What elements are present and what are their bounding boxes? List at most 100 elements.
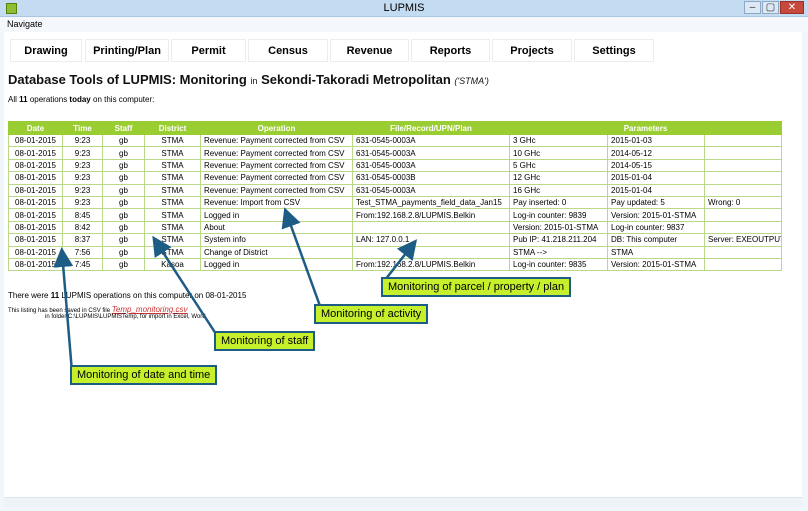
cell-operation: About [200, 220, 353, 235]
cell-file: 631-0545-0003B [352, 171, 510, 185]
cell-staff: gb [102, 133, 145, 148]
cell-param-2: Log-in counter: 9837 [607, 220, 705, 235]
cell-file: Test_STMA_payments_field_data_Jan15 [352, 195, 510, 210]
cell-param-3 [703, 171, 783, 185]
callout-parcel: Monitoring of parcel / property / plan [381, 277, 572, 297]
cell-district: STMA [144, 146, 201, 160]
cell-operation: Revenue: Payment corrected from CSV [200, 146, 353, 160]
callout-activity: Monitoring of activity [314, 304, 429, 324]
cell-time: 9:23 [62, 183, 103, 197]
table-row[interactable]: 08-01-2015 9:23 gb STMA Revenue: Payment cor… [8, 183, 783, 197]
col-parameters[interactable]: Parameters [508, 121, 783, 135]
cell-district: STMA [144, 208, 201, 222]
cell-date: 08-01-2015 [8, 233, 63, 247]
table-row[interactable]: 08-01-2015 8:45 gb STMA Logged in From:192.16… [8, 208, 783, 222]
page-title: Database Tools of LUPMIS: Monitoring in … [8, 72, 489, 87]
cell-district: Kasoa [144, 257, 201, 272]
cell-staff: gb [102, 171, 145, 185]
page-title-district: Sekondi-Takoradi Metropolitan [261, 72, 451, 87]
tab-reports[interactable]: Reports [411, 39, 490, 62]
cell-file: 631-0545-0003A [352, 183, 510, 197]
table-row[interactable]: 08-01-2015 9:23 gb STMA Revenue: Payment cor… [8, 158, 783, 173]
summary-count: 11 [50, 291, 60, 300]
cell-staff: gb [102, 158, 145, 173]
cell-operation: Revenue: Payment corrected from CSV [200, 171, 353, 185]
cell-param-1: Version: 2015-01-STMA [509, 220, 608, 235]
csv-file-link[interactable]: Temp_monitoring.csv [112, 305, 188, 314]
tab-permit[interactable]: Permit [171, 39, 246, 62]
tab-census[interactable]: Census [248, 39, 328, 62]
cell-param-3 [703, 208, 783, 222]
tab-settings[interactable]: Settings [574, 39, 654, 62]
cell-param-1: 3 GHc [509, 133, 608, 148]
cell-file: From:192.168.2.8/LUPMIS.Belkin [352, 257, 510, 272]
cell-time: 9:23 [62, 146, 103, 160]
ops-middle: operations [29, 95, 68, 104]
col-date[interactable]: Date [8, 121, 63, 135]
cell-param-3: Wrong: 0 [703, 195, 783, 210]
table-row[interactable]: 08-01-2015 9:23 gb STMA Revenue: Import from… [8, 195, 783, 210]
cell-param-2: 2015-01-04 [607, 183, 705, 197]
cell-date: 08-01-2015 [8, 183, 63, 197]
cell-param-1: Log-in counter: 9835 [509, 257, 608, 272]
col-operation[interactable]: Operation [200, 121, 353, 135]
cell-operation: Logged in [200, 257, 353, 272]
cell-staff: gb [102, 208, 145, 222]
table-row[interactable]: 08-01-2015 8:42 gb STMA About Version: 2015-0… [8, 220, 783, 235]
cell-param-1: Pay inserted: 0 [509, 195, 608, 210]
table-row[interactable]: 08-01-2015 7:56 gb STMA Change of District ST… [8, 245, 783, 259]
tab-printing-plan[interactable]: Printing/Plan [85, 39, 169, 62]
page-title-in: in [250, 76, 258, 86]
cell-param-1: 16 GHc [509, 183, 608, 197]
col-district[interactable]: District [144, 121, 201, 135]
cell-file: 631-0545-0003A [352, 146, 510, 160]
maximize-button[interactable]: ▢ [762, 1, 779, 14]
table-row[interactable]: 08-01-2015 8:37 gb STMA System info LAN: 127.… [8, 233, 783, 247]
cell-date: 08-01-2015 [8, 158, 63, 173]
summary-prefix: There were [8, 291, 49, 300]
ops-today: today [69, 95, 91, 104]
table-row[interactable]: 08-01-2015 9:23 gb STMA Revenue: Payment cor… [8, 133, 783, 148]
operations-table: Date Time Staff District Operation File/… [8, 121, 783, 272]
cell-file [352, 245, 510, 259]
tab-drawing[interactable]: Drawing [10, 39, 82, 62]
tab-revenue[interactable]: Revenue [330, 39, 409, 62]
table-row[interactable]: 08-01-2015 9:23 gb STMA Revenue: Payment cor… [8, 171, 783, 185]
cell-district: STMA [144, 133, 201, 148]
cell-param-3 [703, 133, 783, 148]
minimize-button[interactable]: – [744, 1, 761, 14]
tab-projects[interactable]: Projects [492, 39, 572, 62]
col-staff[interactable]: Staff [102, 121, 145, 135]
cell-param-2: 2014-05-15 [607, 158, 705, 173]
cell-param-1: 10 GHc [509, 146, 608, 160]
cell-time: 9:23 [62, 158, 103, 173]
cell-param-1: 5 GHc [509, 158, 608, 173]
col-file[interactable]: File/Record/UPN/Plan [352, 121, 510, 135]
menu-navigate[interactable]: Navigate [7, 19, 43, 29]
cell-date: 08-01-2015 [8, 146, 63, 160]
cell-param-1: Pub IP: 41.218.211.204 [509, 233, 608, 247]
cell-date: 08-01-2015 [8, 257, 63, 272]
cell-param-2: Pay updated: 5 [607, 195, 705, 210]
cell-param-2: DB: This computer [607, 233, 705, 247]
summary-suffix: LUPMIS operations on this computer on 08… [61, 291, 247, 300]
cell-param-2: 2015-01-04 [607, 171, 705, 185]
cell-operation: Revenue: Payment corrected from CSV [200, 183, 353, 197]
cell-time: 7:56 [62, 245, 103, 259]
cell-time: 7:45 [62, 257, 103, 272]
cell-district: STMA [144, 245, 201, 259]
table-row[interactable]: 08-01-2015 9:23 gb STMA Revenue: Payment cor… [8, 146, 783, 160]
cell-operation: Revenue: Payment corrected from CSV [200, 158, 353, 173]
status-bar [4, 497, 802, 507]
cell-date: 08-01-2015 [8, 133, 63, 148]
col-time[interactable]: Time [62, 121, 103, 135]
cell-param-2: 2015-01-03 [607, 133, 705, 148]
cell-time: 9:23 [62, 195, 103, 210]
cell-date: 08-01-2015 [8, 195, 63, 210]
cell-staff: gb [102, 245, 145, 259]
cell-staff: gb [102, 257, 145, 272]
cell-file: LAN: 127.0.0.1 [352, 233, 510, 247]
cell-district: STMA [144, 158, 201, 173]
table-row[interactable]: 08-01-2015 7:45 gb Kasoa Logged in From:192.1… [8, 257, 783, 272]
close-button[interactable]: ✕ [780, 1, 804, 14]
